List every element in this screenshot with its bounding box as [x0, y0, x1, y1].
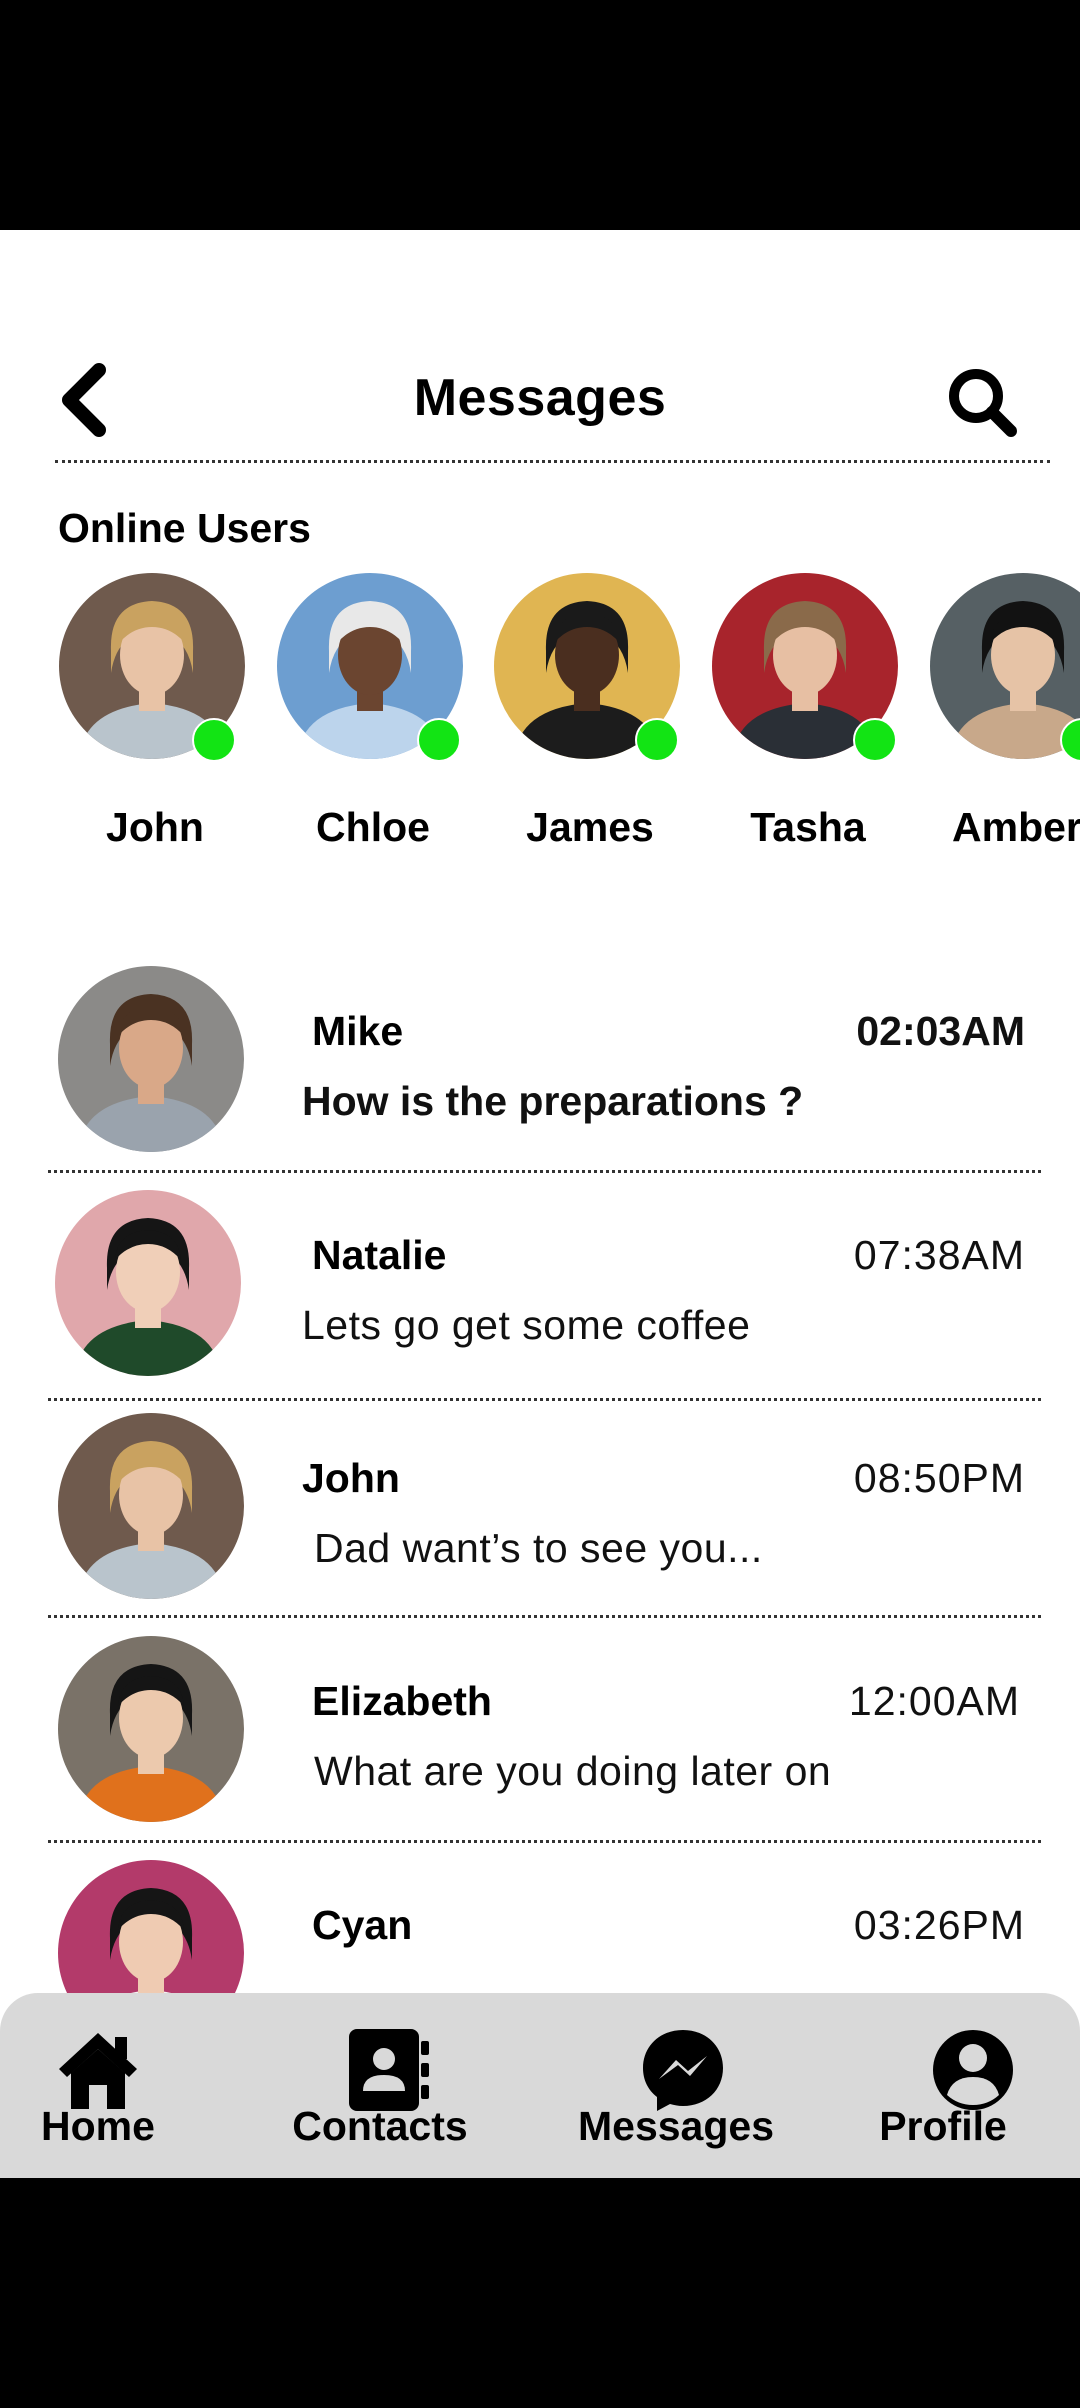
message-time: 07:38AM — [853, 1232, 1025, 1278]
conversation-item[interactable]: John 08:50PM Dad want’s to see you... — [0, 1413, 1080, 1638]
profile-icon — [928, 2025, 1018, 2115]
message-time: 08:50PM — [853, 1455, 1025, 1501]
nav-label: Contacts — [292, 2103, 468, 2149]
header-divider — [55, 460, 1050, 463]
conversation-item[interactable]: Natalie 07:38AM Lets go get some coffee — [0, 1190, 1080, 1415]
contact-name: Elizabeth — [312, 1678, 492, 1724]
list-divider — [48, 1615, 1041, 1618]
nav-contacts[interactable]: Contacts — [260, 1993, 500, 2178]
nav-home[interactable]: Home — [0, 1993, 200, 2178]
contact-name: John — [302, 1455, 400, 1501]
nav-label: Home — [41, 2103, 155, 2149]
online-status-dot — [417, 718, 461, 762]
home-icon — [53, 2025, 143, 2115]
online-users-title: Online Users — [58, 505, 311, 551]
online-user-name: Tasha — [750, 804, 866, 850]
message-preview: Lets go get some coffee — [302, 1302, 751, 1348]
nav-profile[interactable]: Profile — [848, 1993, 1080, 2178]
nav-label: Profile — [879, 2103, 1007, 2149]
list-divider — [48, 1398, 1041, 1401]
message-time: 12:00AM — [848, 1678, 1020, 1724]
message-time: 03:26PM — [853, 1902, 1025, 1948]
messages-screen: Messages Online Users John Chloe James T… — [0, 230, 1080, 2178]
online-status-dot — [192, 718, 236, 762]
online-user-name: John — [106, 804, 204, 850]
list-divider — [48, 1840, 1041, 1843]
portrait-image — [55, 1190, 241, 1376]
bottom-navigation: Home Contacts Messages Profile — [0, 1993, 1080, 2178]
contact-name: Natalie — [312, 1232, 447, 1278]
message-preview: Dad want’s to see you... — [314, 1525, 763, 1571]
portrait-image — [58, 1636, 244, 1822]
search-button[interactable] — [945, 365, 1020, 440]
message-time: 02:03AM — [856, 1008, 1025, 1054]
online-user-name: James — [526, 804, 654, 850]
avatar — [58, 966, 244, 1152]
portrait-image — [58, 1413, 244, 1599]
conversation-item[interactable]: Elizabeth 12:00AM What are you doing lat… — [0, 1636, 1080, 1861]
contacts-icon — [343, 2025, 433, 2115]
messenger-icon — [638, 2025, 728, 2115]
avatar — [58, 1636, 244, 1822]
avatar — [58, 1413, 244, 1599]
message-preview: What are you doing later on — [314, 1748, 832, 1794]
portrait-image — [58, 966, 244, 1152]
online-status-dot — [635, 718, 679, 762]
avatar — [930, 573, 1080, 759]
nav-messages[interactable]: Messages — [556, 1993, 796, 2178]
contact-name: Cyan — [312, 1902, 413, 1948]
page-title: Messages — [413, 369, 667, 427]
online-status-dot — [853, 718, 897, 762]
message-preview: How is the preparations ? — [302, 1078, 804, 1124]
conversation-item[interactable]: Mike 02:03AM How is the preparations ? — [0, 966, 1080, 1191]
online-user-name: Amber — [952, 804, 1080, 850]
contact-name: Mike — [312, 1008, 404, 1054]
avatar — [55, 1190, 241, 1376]
portrait-image — [930, 573, 1080, 759]
online-user-name: Chloe — [316, 804, 430, 850]
list-divider — [48, 1170, 1041, 1173]
nav-label: Messages — [577, 2103, 774, 2149]
search-icon — [949, 369, 1017, 437]
